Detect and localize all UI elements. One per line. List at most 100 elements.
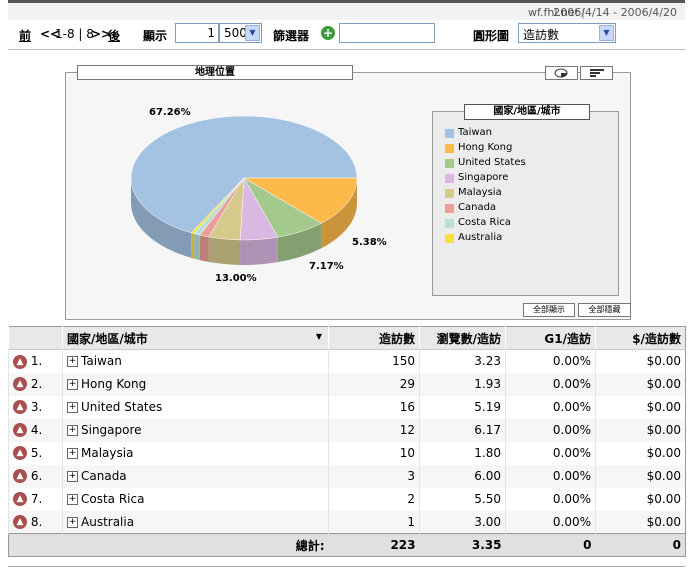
date-range[interactable]: 2006/4/14 - 2006/4/20	[553, 6, 677, 19]
country-name[interactable]: United States	[81, 400, 162, 414]
rank-cell: ▲ 6.	[8, 464, 63, 488]
country-name[interactable]: Malaysia	[81, 446, 133, 460]
chart-metric-select[interactable]: 造訪數 ▼	[518, 23, 616, 43]
pages-per-visit-cell: 1.93	[419, 372, 506, 396]
country-name[interactable]: Hong Kong	[81, 377, 146, 391]
rows-per-page-value: 500	[224, 26, 247, 40]
expand-icon[interactable]: +	[67, 356, 78, 368]
country-header-label: 國家/地區/城市	[67, 331, 148, 346]
pie-view-icon	[554, 68, 568, 78]
country-cell: + Malaysia	[62, 441, 329, 465]
legend-swatch	[445, 219, 454, 228]
pie-label-taiwan: 67.26%	[149, 107, 191, 118]
toolbar: 前 << 1-8 | 8 >> 後 顯示 1 500 ▼ 篩選器 + 圓形圖 造…	[8, 20, 685, 50]
g1-per-visit-header[interactable]: G1/造訪	[505, 326, 596, 350]
expand-icon[interactable]: +	[67, 379, 78, 390]
show-label: 顯示	[143, 29, 168, 43]
table-row[interactable]: ▲ 2. + Hong Kong 29 1.93 0.00% $0.00	[8, 372, 686, 396]
table-row[interactable]: ▲ 4. + Singapore 12 6.17 0.00% $0.00	[8, 418, 686, 442]
pages-per-visit-header[interactable]: 瀏覽數/造訪	[419, 326, 506, 350]
chart-title: 地理位置	[77, 65, 353, 80]
country-cell: + United States	[62, 395, 329, 419]
legend-label: Australia	[458, 232, 503, 243]
expand-icon[interactable]: +	[67, 494, 78, 505]
g1-per-visit-cell: 0.00%	[505, 510, 596, 534]
total-dollar: 0	[595, 533, 686, 557]
country-name[interactable]: Taiwan	[81, 354, 122, 368]
country-name[interactable]: Singapore	[81, 423, 142, 437]
country-cell: + Canada	[62, 464, 329, 488]
next-page-link[interactable]: 後	[108, 27, 120, 44]
chart-type-label: 圓形圖	[473, 29, 510, 43]
rank-number: 2.	[30, 376, 43, 391]
pages-per-visit-cell: 1.80	[419, 441, 506, 465]
rank-up-icon[interactable]: ▲	[13, 354, 27, 369]
rank-up-icon[interactable]: ▲	[13, 515, 27, 529]
show-all-button[interactable]: 全部顯示	[523, 303, 575, 317]
table-row[interactable]: ▲ 6. + Canada 3 6.00 0.00% $0.00	[8, 464, 686, 488]
legend-label: Malaysia	[458, 187, 502, 198]
bar-view-button[interactable]	[580, 66, 613, 80]
filter-input[interactable]	[339, 23, 435, 43]
rank-up-icon[interactable]: ▲	[13, 377, 27, 392]
table-row[interactable]: ▲ 8. + Australia 1 3.00 0.00% $0.00	[8, 510, 686, 534]
legend-label: United States	[458, 157, 526, 168]
country-header[interactable]: 國家/地區/城市 ▼	[62, 326, 329, 350]
rank-number: 1.	[30, 354, 43, 368]
rank-number: 4.	[30, 422, 43, 437]
table-row[interactable]: ▲ 5. + Malaysia 10 1.80 0.00% $0.00	[8, 441, 686, 465]
country-name[interactable]: Australia	[81, 515, 134, 529]
dollar-per-visit-header[interactable]: $/造訪數	[595, 326, 686, 350]
legend-swatch	[445, 144, 454, 153]
sort-desc-icon[interactable]: ▼	[316, 332, 322, 341]
expand-icon[interactable]: +	[67, 471, 78, 482]
country-cell: + Costa Rica	[62, 487, 329, 511]
prev-page-link[interactable]: 前	[19, 27, 31, 44]
rank-header	[8, 326, 63, 350]
legend-swatch	[445, 129, 454, 138]
total-g1: 0	[505, 533, 596, 557]
pie-label-singapore: 5.38%	[352, 237, 387, 248]
rows-per-page-select[interactable]: 500 ▼	[219, 23, 262, 43]
visits-cell: 1	[328, 510, 420, 534]
rank-cell: ▲ 8.	[8, 510, 63, 534]
visits-header[interactable]: 造訪數	[328, 326, 420, 350]
start-row-input[interactable]: 1	[175, 23, 219, 43]
expand-icon[interactable]: +	[67, 448, 78, 459]
table-row[interactable]: ▲ 1. + Taiwan 150 3.23 0.00% $0.00	[8, 349, 686, 373]
expand-icon[interactable]: +	[67, 425, 78, 436]
pie-label-hong-kong: 13.00%	[215, 273, 257, 284]
legend-title: 國家/地區/城市	[464, 104, 590, 120]
expand-icon[interactable]: +	[67, 516, 78, 528]
legend-label: Singapore	[458, 172, 509, 183]
header-bar: wf.fhl.net | 2006/4/14 - 2006/4/20	[8, 0, 685, 20]
rank-up-icon[interactable]: ▲	[13, 492, 27, 507]
legend-label: Canada	[458, 202, 497, 213]
country-name[interactable]: Costa Rica	[81, 492, 144, 506]
country-cell: + Singapore	[62, 418, 329, 442]
country-name[interactable]: Canada	[81, 469, 127, 483]
g1-per-visit-cell: 0.00%	[505, 349, 596, 373]
legend-swatch	[445, 159, 454, 168]
rank-cell: ▲ 3.	[8, 395, 63, 419]
rank-up-icon[interactable]: ▲	[13, 423, 27, 438]
dollar-per-visit-cell: $0.00	[595, 510, 686, 534]
country-cell: + Australia	[62, 510, 329, 534]
visits-cell: 12	[328, 418, 420, 442]
table-row[interactable]: ▲ 3. + United States 16 5.19 0.00% $0.00	[8, 395, 686, 419]
table-row[interactable]: ▲ 7. + Costa Rica 2 5.50 0.00% $0.00	[8, 487, 686, 511]
dollar-per-visit-cell: $0.00	[595, 441, 686, 465]
expand-icon[interactable]: +	[67, 402, 78, 413]
pie-label-united-states: 7.17%	[309, 261, 344, 272]
pie-view-button[interactable]	[545, 66, 578, 80]
pages-per-visit-cell: 5.19	[419, 395, 506, 419]
rank-up-icon[interactable]: ▲	[13, 446, 27, 461]
g1-per-visit-cell: 0.00%	[505, 487, 596, 511]
legend-swatch	[445, 189, 454, 198]
add-filter-icon[interactable]: +	[321, 26, 335, 40]
legend-swatch	[445, 234, 454, 243]
rank-up-icon[interactable]: ▲	[13, 469, 27, 484]
rank-up-icon[interactable]: ▲	[13, 400, 27, 415]
hide-all-button[interactable]: 全部隱藏	[578, 303, 631, 317]
bottom-divider	[8, 566, 685, 567]
